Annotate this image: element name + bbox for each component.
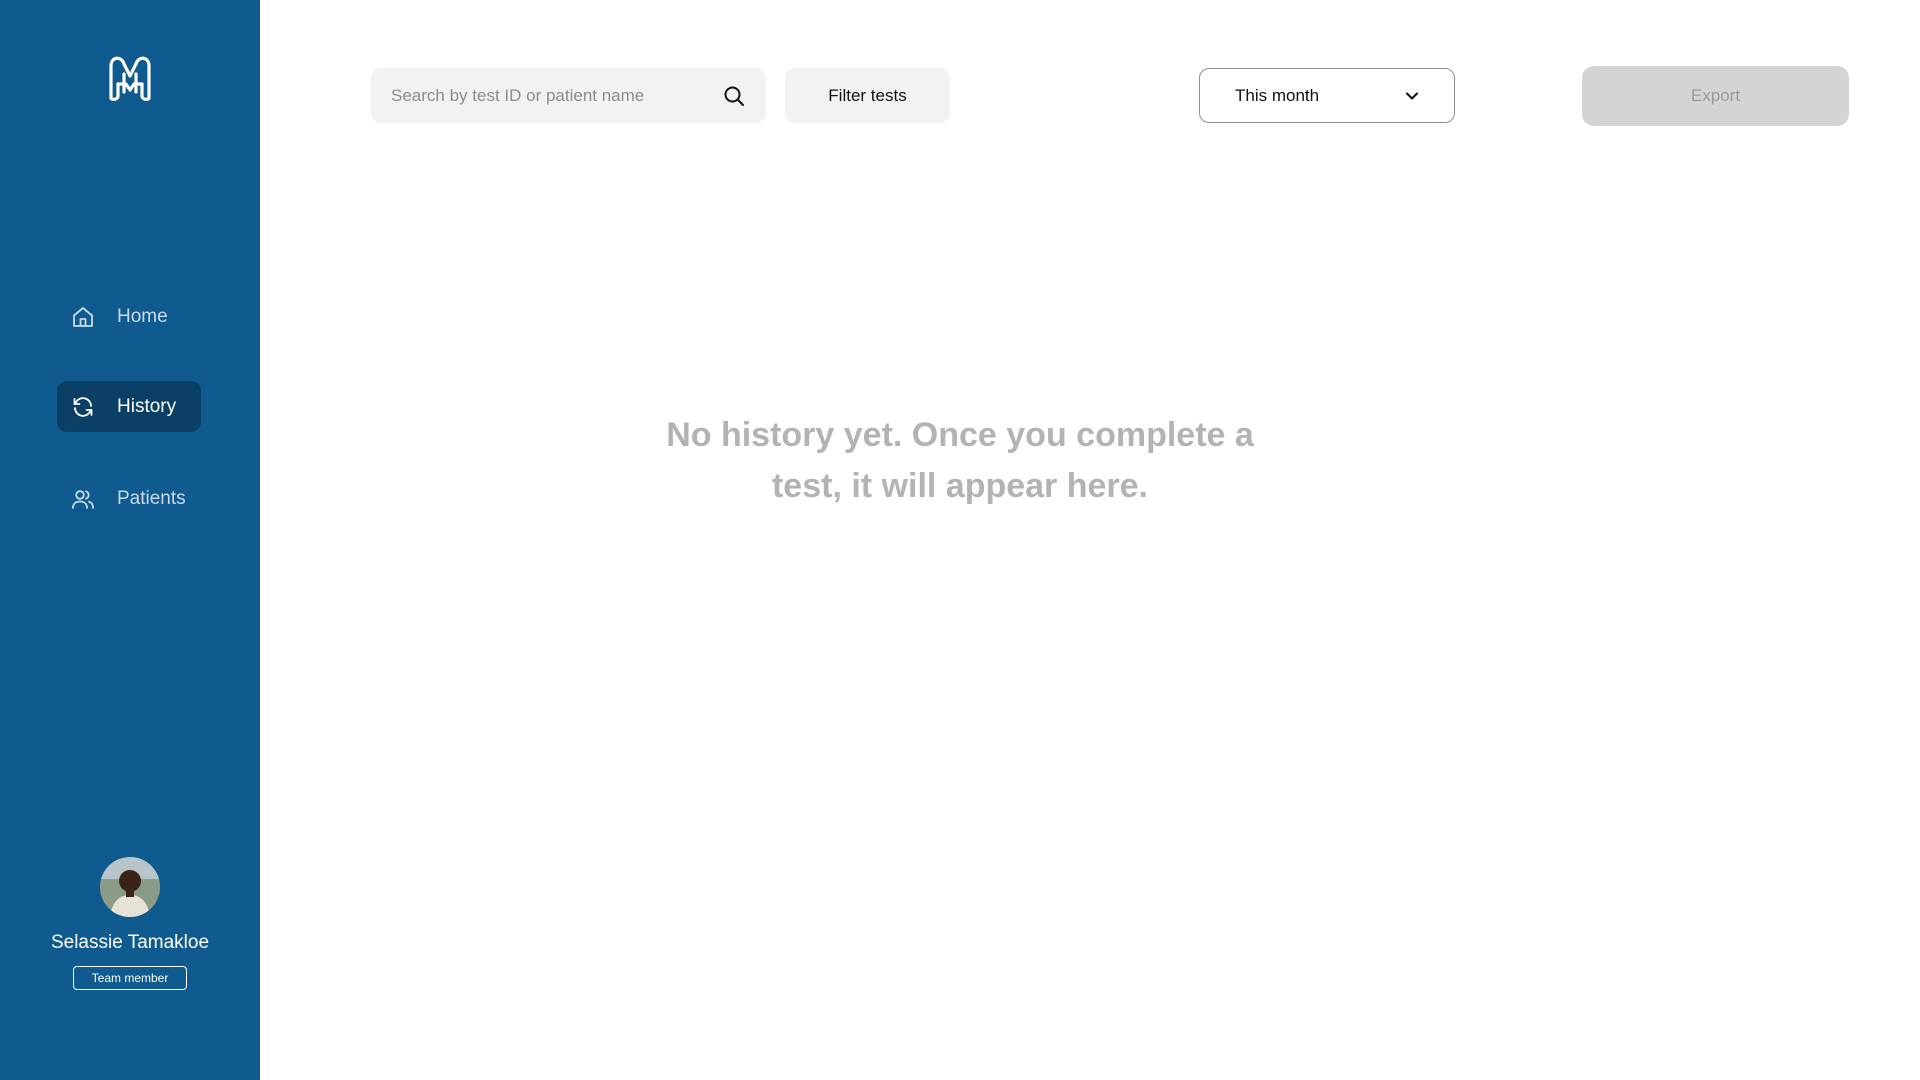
search-icon[interactable]: [722, 84, 746, 108]
export-button[interactable]: Export: [1582, 66, 1849, 126]
search-input[interactable]: [391, 85, 722, 106]
brand-logo-icon[interactable]: [106, 50, 154, 102]
search-box[interactable]: [371, 68, 766, 123]
sidebar-item-patients[interactable]: Patients: [57, 473, 201, 524]
sidebar-item-label: Patients: [117, 487, 186, 509]
avatar[interactable]: [100, 857, 160, 917]
refresh-icon: [70, 394, 96, 420]
sidebar: Home History Patients Selassie Tamakloe …: [0, 0, 260, 1080]
home-icon: [70, 304, 96, 330]
sidebar-item-label: Home: [117, 305, 168, 327]
user-profile[interactable]: Selassie Tamakloe Team member: [0, 857, 260, 990]
sidebar-item-label: History: [117, 395, 177, 417]
chevron-down-icon: [1402, 86, 1422, 106]
sidebar-item-home[interactable]: Home: [57, 291, 201, 342]
users-icon: [70, 486, 96, 512]
user-name: Selassie Tamakloe: [50, 932, 210, 953]
role-badge: Team member: [72, 966, 188, 990]
app-root: Home History Patients Selassie Tamakloe …: [0, 0, 1920, 1080]
empty-state-message: No history yet. Once you complete a test…: [666, 416, 1254, 505]
period-dropdown[interactable]: This month: [1199, 68, 1455, 123]
sidebar-item-history[interactable]: History: [57, 381, 201, 432]
filter-tests-button[interactable]: Filter tests: [785, 68, 950, 123]
period-selected-value: This month: [1235, 85, 1320, 105]
